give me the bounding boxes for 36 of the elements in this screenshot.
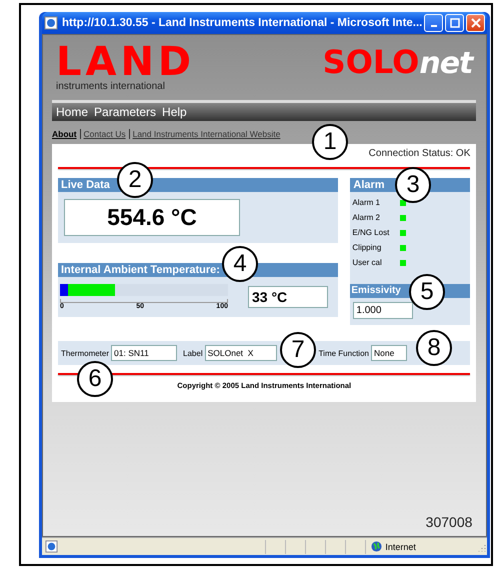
minimize-button[interactable] bbox=[424, 14, 444, 32]
globe-icon bbox=[371, 541, 382, 552]
field-label: Label bbox=[183, 348, 203, 358]
security-zone: Internet bbox=[385, 542, 416, 552]
connection-status: Connection Status: OK bbox=[368, 148, 470, 159]
brand-tagline: instruments international bbox=[56, 81, 166, 92]
alarm-label: Clipping bbox=[352, 243, 382, 252]
menu-item[interactable]: Help bbox=[162, 105, 187, 119]
product-logo: SOLOnet bbox=[322, 45, 472, 81]
ambient-reading: 33 °C bbox=[248, 286, 328, 308]
text-field[interactable]: SOLOnet X bbox=[204, 345, 277, 361]
field-label: Time Function bbox=[318, 348, 369, 358]
menu-item[interactable]: Home bbox=[56, 105, 88, 119]
maximize-icon bbox=[450, 18, 460, 28]
alarm-label: E/NG Lost bbox=[352, 228, 390, 237]
field-label: Thermometer bbox=[61, 348, 110, 358]
brand-logo-text: LAND bbox=[56, 45, 196, 79]
text-field[interactable]: 01: SN11 bbox=[111, 345, 178, 361]
alarm-label: Alarm 1 bbox=[352, 198, 381, 207]
minimize-icon bbox=[430, 25, 437, 27]
menu-item[interactable]: Parameters bbox=[94, 105, 156, 119]
alarm-label: Alarm 2 bbox=[352, 213, 381, 222]
close-button[interactable] bbox=[466, 14, 486, 32]
page-icon bbox=[45, 540, 58, 553]
temperature-reading: 554.6 °C bbox=[64, 199, 240, 236]
text-field[interactable]: None bbox=[370, 345, 407, 361]
browser-page-icon bbox=[44, 16, 58, 30]
nav-link[interactable]: About bbox=[52, 129, 81, 139]
window-title: http://10.1.30.55 - Land Instruments International - Microsoft Inte... bbox=[62, 17, 422, 29]
figure-number: 307008 bbox=[424, 514, 474, 532]
close-icon bbox=[470, 18, 481, 28]
maximize-button[interactable] bbox=[445, 14, 464, 32]
nav-link[interactable]: Land Instruments International Website bbox=[130, 129, 284, 139]
nav-link[interactable]: Contact Us bbox=[80, 129, 130, 139]
emissivity-field[interactable]: 1.000 bbox=[353, 302, 414, 319]
alarm-label: User cal bbox=[352, 258, 383, 267]
